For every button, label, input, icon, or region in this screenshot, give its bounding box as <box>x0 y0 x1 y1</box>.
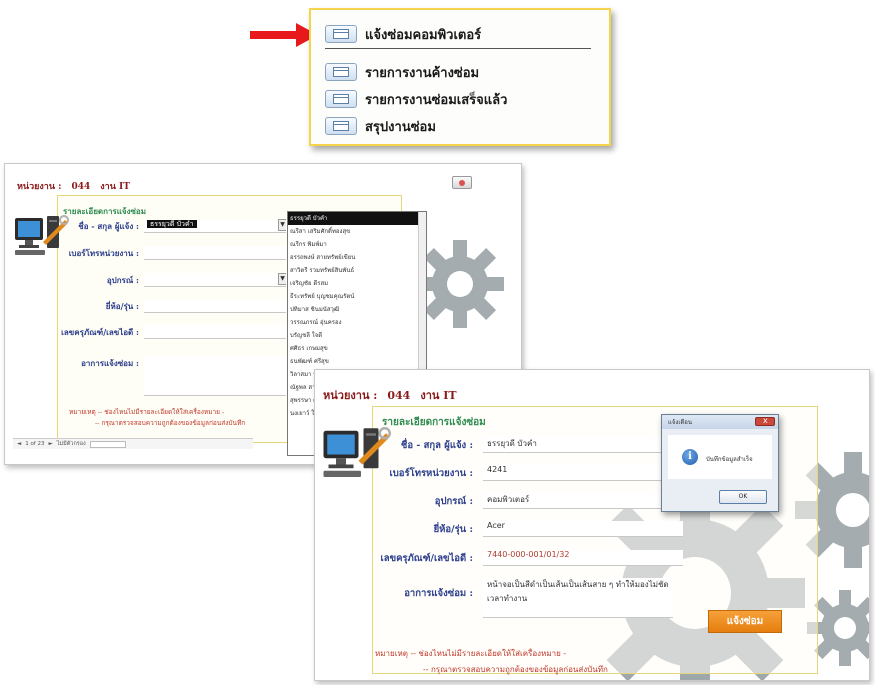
reporter-name-field[interactable]: ธรรยุวดี บัวคำ <box>483 437 683 453</box>
phone-label: เบอร์โทรหน่วยงาน : <box>68 248 139 258</box>
dropdown-option[interactable]: ณรีสา เสริมศักดิ์ทองสุข <box>288 225 426 238</box>
record-navigation-bar: ◄ 1 of 23 ► ไม่มีตัวกรอง <box>13 438 253 449</box>
brand-field[interactable] <box>144 299 286 313</box>
department-label: หน่วยงาน : <box>17 182 62 192</box>
chevron-down-icon[interactable]: ▼ <box>278 219 286 231</box>
menu-item-label: รายการงานซ่อมเสร็จแล้ว <box>365 92 508 108</box>
dialog-message: บันทึกข้อมูลสำเร็จ <box>706 456 753 463</box>
department-code: 044 <box>387 389 411 402</box>
main-menu-panel: แจ้งซ่อมคอมพิวเตอร์ รายการงานค้างซ่อม รา… <box>309 8 611 146</box>
department-code: 044 <box>71 182 91 192</box>
department-label: หน่วยงาน : <box>323 389 378 402</box>
dropdown-option[interactable]: ปทิมาส ชินมนัสวุฒิ <box>288 303 426 316</box>
dropdown-option[interactable]: อรรถพงษ์ สายทรัพย์เขียน <box>288 251 426 264</box>
menu-item-repair-summary[interactable]: สรุปงานซ่อม <box>325 116 436 136</box>
asset-number-field[interactable] <box>144 325 286 339</box>
submit-repair-button[interactable]: แจ้งซ่อม <box>708 610 782 633</box>
dropdown-option[interactable]: ธีระทรัพย์ บุญชมคุณรัตน์ <box>288 290 426 303</box>
department-header: หน่วยงาน : 044 งาน IT <box>323 386 457 404</box>
device-field[interactable]: คอมพิวเตอร์ <box>483 493 683 509</box>
device-label: อุปกรณ์ : <box>434 496 473 507</box>
note-line-2: -- กรุณาตรวจสอบความถูกต้องของข้อมูลก่อนส… <box>423 665 608 674</box>
asset-number-field[interactable]: 7440-000-001/01/32 <box>483 550 683 566</box>
menu-item-completed-repairs[interactable]: รายการงานซ่อมเสร็จแล้ว <box>325 89 507 109</box>
save-success-dialog: แจ้งเตือน i บันทึกข้อมูลสำเร็จ OK <box>661 414 779 512</box>
reporter-name-value: ธรรยุวดี บัวคำ <box>147 220 197 228</box>
gear-icon <box>416 240 504 328</box>
department-header: หน่วยงาน : 044 งาน IT <box>17 179 130 193</box>
form-icon <box>325 117 357 135</box>
screenshot-stage: แจ้งซ่อมคอมพิวเตอร์ รายการงานค้างซ่อม รา… <box>0 0 875 685</box>
note-line-1: หมายเหตุ -- ช่องไหนไม่มีรายละเอียดให้ใส่… <box>69 408 225 416</box>
phone-field[interactable]: 4241 <box>483 465 683 481</box>
name-label: ชื่อ - สกุล ผู้แจ้ง : <box>78 221 139 231</box>
form-icon <box>325 25 357 43</box>
name-label: ชื่อ - สกุล ผู้แจ้ง : <box>400 440 473 451</box>
repair-form-window-filled: หน่วยงาน : 044 งาน IT รายละเอียดการแจ้งซ่… <box>314 369 870 681</box>
dropdown-option[interactable]: ธรรยุวดี บัวคำ <box>288 212 426 225</box>
department-name: งาน IT <box>100 182 130 192</box>
symptom-label: อาการแจ้งซ่อม : <box>81 358 139 368</box>
symptom-field[interactable] <box>144 356 286 396</box>
menu-item-report-repair[interactable]: แจ้งซ่อมคอมพิวเตอร์ <box>325 24 481 44</box>
menu-divider <box>325 48 591 49</box>
dropdown-option[interactable]: ณรีกร พิมพ์มา <box>288 238 426 251</box>
phone-field[interactable] <box>144 246 286 260</box>
form-icon <box>325 90 357 108</box>
ok-button[interactable]: OK <box>719 490 767 504</box>
form-icon <box>325 63 357 81</box>
phone-label: เบอร์โทรหน่วยงาน : <box>389 468 474 479</box>
info-icon: i <box>682 449 698 465</box>
asset-number-label: เลขครุภัณฑ์/เลขไอดี : <box>61 327 139 337</box>
section-title: รายละเอียดการแจ้งซ่อม <box>63 206 146 216</box>
dropdown-option[interactable]: เจริญชัย ดีรสม <box>288 277 426 290</box>
department-name: งาน IT <box>420 389 457 402</box>
brand-label: ยี่ห้อ/รุ่น : <box>433 524 473 535</box>
dropdown-option[interactable]: บรัญชลี ใจดี <box>288 329 426 342</box>
asset-number-label: เลขครุภัณฑ์/เลขไอดี : <box>380 553 473 564</box>
symptom-label: อาการแจ้งซ่อม : <box>404 588 473 599</box>
close-form-button[interactable] <box>452 176 472 189</box>
dropdown-option[interactable]: ธนพัฒฑ์ ศรีสุข <box>288 355 426 368</box>
menu-item-label: สรุปงานซ่อม <box>365 119 436 135</box>
record-search-input[interactable] <box>89 440 126 448</box>
device-label: อุปกรณ์ : <box>106 275 139 285</box>
brand-field[interactable]: Acer <box>483 521 683 537</box>
chevron-down-icon[interactable]: ▼ <box>278 273 286 285</box>
menu-item-pending-repairs[interactable]: รายการงานค้างซ่อม <box>325 62 479 82</box>
close-icon[interactable] <box>755 416 775 426</box>
brand-label: ยี่ห้อ/รุ่น : <box>105 301 139 311</box>
section-title: รายละเอียดการแจ้งซ่อม <box>382 417 486 428</box>
menu-item-label: แจ้งซ่อมคอมพิวเตอร์ <box>365 27 482 43</box>
dropdown-option[interactable]: สาวิตรี รวมทรัพย์สินพันธ์ <box>288 264 426 277</box>
reporter-name-combobox[interactable]: ธรรยุวดี บัวคำ ▼ <box>144 219 286 233</box>
dialog-titlebar: แจ้งเตือน <box>662 415 778 429</box>
note-line-1: หมายเหตุ -- ช่องไหนไม่มีรายละเอียดให้ใส่… <box>375 649 567 658</box>
symptom-field[interactable]: หน้าจอเป็นสีดำเป็นเส้นเป็นเส้นสาย ๆ ทำให… <box>483 578 673 618</box>
note-line-2: -- กรุณาตรวจสอบความถูกต้องของข้อมูลก่อนส… <box>95 419 246 427</box>
device-combobox[interactable]: ▼ <box>144 273 286 287</box>
dialog-title: แจ้งเตือน <box>668 419 692 426</box>
first-record-icon[interactable]: ◄ <box>17 441 21 447</box>
next-record-icon[interactable]: ► <box>49 441 53 447</box>
dropdown-option[interactable]: วรรณภรณ์ อุ่นครอง <box>288 316 426 329</box>
filter-status: ไม่มีตัวกรอง <box>56 441 86 447</box>
red-arrow-icon <box>250 23 318 47</box>
record-counter: 1 of 23 <box>25 441 45 447</box>
dropdown-option[interactable]: ศศิธร เกษมสุข <box>288 342 426 355</box>
menu-item-label: รายการงานค้างซ่อม <box>365 65 480 81</box>
dialog-body: i บันทึกข้อมูลสำเร็จ <box>668 435 772 479</box>
